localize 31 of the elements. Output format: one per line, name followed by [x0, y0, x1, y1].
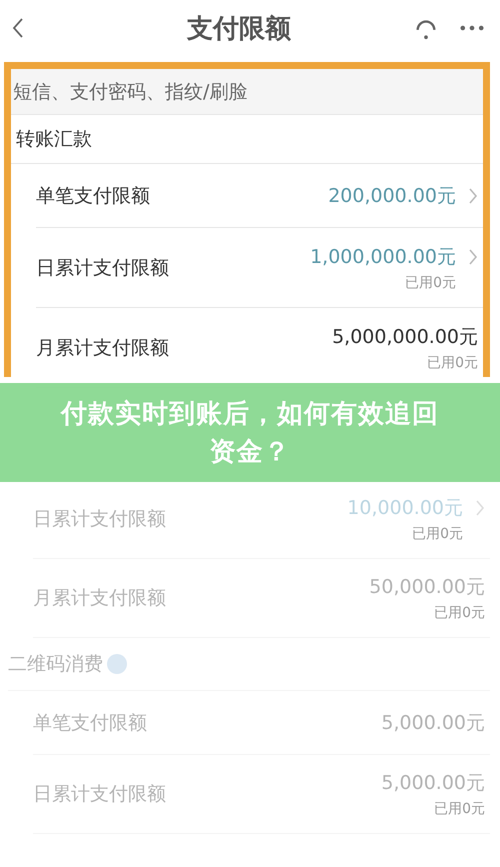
used-amount: 已用0元: [427, 354, 478, 372]
limit-value: 10,000.00元: [347, 496, 463, 521]
used-amount: 已用0元: [434, 604, 485, 622]
row-label: 日累计支付限额: [33, 507, 166, 532]
section-title: 转账汇款: [11, 115, 483, 164]
row-label: 月累计支付限额: [36, 336, 169, 360]
row-label: 单笔支付限额: [33, 710, 147, 736]
banner-headline: 付款实时到账后，如何有效追回资金？: [59, 398, 440, 468]
row-label: 日累计支付限额: [36, 256, 169, 280]
more-icon[interactable]: [460, 25, 484, 31]
used-amount: 已用0元: [434, 800, 485, 818]
row-label: 日累计支付限额: [33, 782, 166, 807]
row-label: 单笔支付限额: [36, 184, 150, 208]
limit-value: 5,000.00元: [381, 710, 485, 736]
limit-value: 1,000,000.00元: [310, 244, 456, 270]
row-label: 月累计支付限额: [33, 586, 166, 611]
limit-value: 50,000.00元: [369, 575, 485, 600]
limit-row[interactable]: 单笔支付限额 200,000.00元: [36, 164, 483, 228]
chevron-right-icon: [468, 186, 478, 204]
used-amount: 已用0元: [412, 525, 463, 543]
limit-row[interactable]: 日累计支付限额 1,000,000.00元 已用0元: [36, 228, 483, 308]
limit-value: 200,000.00元: [328, 184, 456, 208]
page-title: 支付限额: [186, 12, 292, 46]
limit-value: 5,000.00元: [381, 771, 485, 796]
back-icon[interactable]: [12, 17, 24, 39]
used-amount: 已用0元: [405, 274, 456, 292]
limit-value: 5,000,000.00元: [332, 324, 478, 350]
chevron-right-icon: [475, 499, 485, 517]
section-title: 二维码消费: [8, 652, 103, 677]
auth-note: 短信、支付密码、指纹/刷脸: [11, 69, 483, 115]
chevron-right-icon: [468, 248, 478, 266]
